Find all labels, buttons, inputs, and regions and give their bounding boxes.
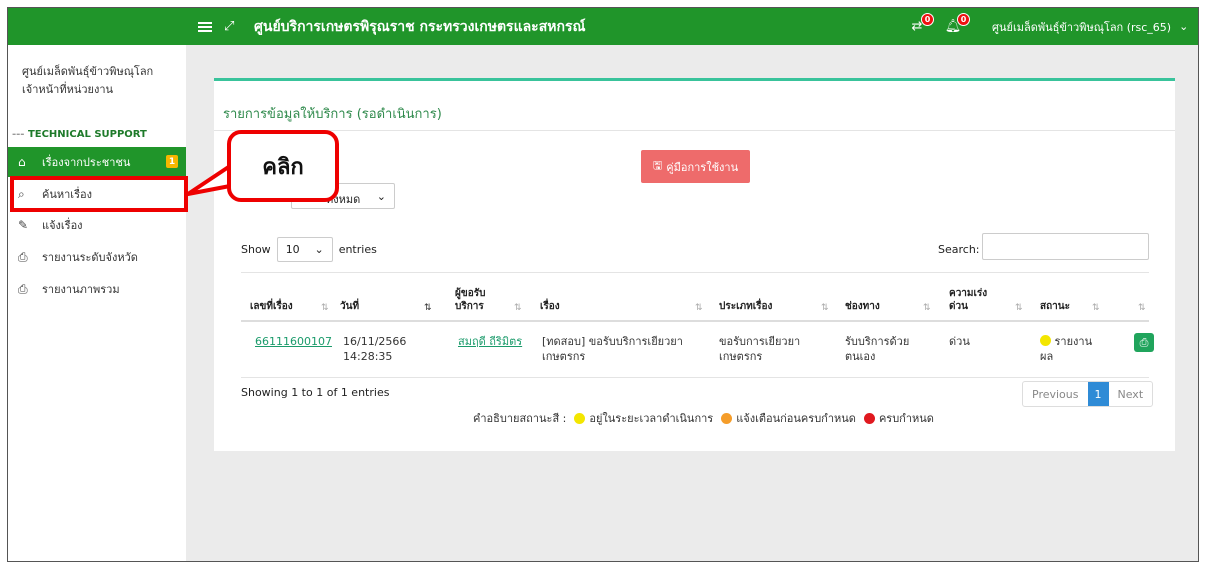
print-button[interactable]: ⎙ (1134, 333, 1154, 352)
sort-icon[interactable]: ⇅ (821, 303, 829, 313)
sidebar-item-public-requests[interactable]: ⌂ เรื่องจากประชาชน 1 (8, 147, 193, 177)
page-length-control: Show 10 ⌄ entries (241, 237, 377, 262)
fullscreen-icon[interactable]: ⤢ (224, 8, 234, 45)
request-date: 16/11/2566 14:28:35 (343, 335, 407, 363)
col-header-type[interactable]: ประเภทเรื่อง (719, 300, 772, 313)
chevron-down-icon: ⌄ (314, 243, 324, 256)
page-length-select[interactable]: 10 ⌄ (276, 237, 333, 262)
sidebar-item-label: รายงานภาพรวม (42, 283, 120, 296)
col-header-urgency[interactable]: ความเร่ง ด่วน (949, 287, 987, 313)
sidebar-item-label: แจ้งเรื่อง (42, 219, 83, 232)
chevron-down-icon: ⌄ (376, 189, 386, 203)
user-manual-button[interactable]: 🖫 คู่มือการใช้งาน (641, 150, 750, 183)
save-icon: 🖫 (652, 159, 663, 172)
sort-icon[interactable]: ⇅ (1138, 303, 1146, 313)
click-callout: คลิก (227, 130, 339, 202)
button-label: คู่มือการใช้งาน (666, 160, 739, 174)
sort-icon[interactable]: ⇅ (321, 303, 329, 313)
sort-icon[interactable]: ⇅ (1015, 303, 1023, 313)
hamburger-icon (198, 20, 212, 34)
table-info: Showing 1 to 1 of 1 entries (241, 386, 390, 399)
sidebar: ศูนย์เมล็ดพันธุ์ข้าวพิษณุโลก เจ้าหน้าที่… (8, 45, 193, 561)
page-1-button[interactable]: 1 (1087, 382, 1109, 406)
home-icon: ⌂ (18, 155, 26, 169)
legend-label: คำอธิบายสถานะสี : (473, 412, 567, 425)
notification-badge: 0 (957, 12, 970, 26)
request-subject: [ทดสอบ] ขอรับบริการเยียวยา เกษตรกร (542, 335, 683, 363)
user-menu[interactable]: ศูนย์เมล็ดพันธุ์ข้าวพิษณุโลก (rsc_65) ⌄ (992, 8, 1188, 45)
legend-item-label: แจ้งเตือนก่อนครบกำหนด (736, 412, 856, 425)
sort-icon[interactable]: ⇅ (424, 303, 432, 313)
table-row: 66111600107 16/11/2566 14:28:35 สมฤดี ถีร… (241, 322, 1154, 378)
status-dot (1040, 335, 1051, 346)
sort-icon[interactable]: ⇅ (695, 303, 703, 313)
sidebar-item-report-issue[interactable]: ✎ แจ้งเรื่อง (8, 210, 186, 240)
bell-notification-button[interactable]: 🔔︎ 0 (942, 8, 970, 45)
entries-label: entries (338, 243, 377, 256)
org-info: ศูนย์เมล็ดพันธุ์ข้าวพิษณุโลก เจ้าหน้าที่… (22, 63, 153, 99)
search-label: Search: (938, 243, 980, 256)
legend-dot-orange (721, 412, 733, 424)
user-name: ศูนย์เมล็ดพันธุ์ข้าวพิษณุโลก (rsc_65) (992, 20, 1172, 34)
chevron-down-icon: ⌄ (1179, 20, 1189, 33)
selected-value: 10 (285, 243, 300, 256)
previous-page-button[interactable]: Previous (1023, 382, 1088, 406)
col-header-subject[interactable]: เรื่อง (540, 300, 560, 313)
section-title: --- TECHNICAL SUPPORT (12, 129, 147, 140)
col-header-requester[interactable]: ผู้ขอรับ บริการ (455, 287, 485, 313)
col-header-status[interactable]: สถานะ (1040, 300, 1070, 313)
col-header-id[interactable]: เลขที่เรื่อง (250, 300, 293, 313)
sidebar-item-province-report[interactable]: ⎙ รายงานระดับจังหวัด (8, 242, 186, 272)
request-channel: รับบริการด้วย ตนเอง (845, 335, 910, 363)
page-title: รายการข้อมูลให้บริการ (รอดำเนินการ) (223, 107, 442, 122)
show-label: Show (241, 243, 271, 256)
request-urgency: ด่วน (949, 335, 970, 348)
printer-icon: ⎙ (18, 281, 28, 296)
edit-icon: ✎ (18, 218, 29, 232)
sort-icon[interactable]: ⇅ (1092, 303, 1100, 313)
sidebar-item-overview-report[interactable]: ⎙ รายงานภาพรวม (8, 274, 186, 304)
menu-toggle-button[interactable] (198, 8, 214, 45)
legend-dot-yellow (574, 412, 586, 424)
legend-dot-red (863, 412, 875, 424)
org-role: เจ้าหน้าที่หน่วยงาน (22, 83, 114, 96)
main-card: รายการข้อมูลให้บริการ (รอดำเนินการ) 🖫 คู… (214, 78, 1175, 451)
sidebar-item-label: เรื่องจากประชาชน (42, 156, 131, 169)
requester-link[interactable]: สมฤดี ถีริมิตร (458, 334, 522, 349)
printer-icon: ⎙ (1139, 335, 1149, 349)
search-input[interactable] (982, 233, 1149, 260)
count-badge: 1 (166, 155, 178, 168)
highlight-box (10, 176, 188, 212)
notification-badge: 0 (921, 12, 934, 26)
status-legend: คำอธิบายสถานะสี : อยู่ในระยะเวลาดำเนินกา… (473, 409, 934, 427)
divider (214, 130, 1175, 131)
active-indicator (186, 155, 193, 169)
top-navbar: ⤢ ศูนย์บริการเกษตรพิรุณราช กระทรวงเกษตรแ… (8, 8, 1198, 45)
table-header: เลขที่เรื่อง ⇅ วันที่ ⇅ ผู้ขอรับ บริการ ⇅… (241, 272, 1149, 322)
col-header-channel[interactable]: ช่องทาง (845, 300, 880, 313)
requests-table: เลขที่เรื่อง ⇅ วันที่ ⇅ ผู้ขอรับ บริการ ⇅… (241, 272, 1154, 378)
sort-icon[interactable]: ⇅ (923, 303, 931, 313)
legend-item-label: อยู่ในระยะเวลาดำเนินการ (589, 412, 714, 425)
sort-icon[interactable]: ⇅ (514, 303, 522, 313)
app-title: ศูนย์บริการเกษตรพิรุณราช กระทรวงเกษตรและ… (254, 18, 586, 35)
printer-icon: ⎙ (18, 249, 28, 264)
legend-item-label: ครบกำหนด (878, 412, 934, 425)
status-cell: รายงาน ผล (1040, 335, 1093, 363)
request-id-link[interactable]: 66111600107 (255, 334, 332, 349)
request-type: ขอรับการเยียวยา เกษตรกร (719, 335, 801, 363)
org-name: ศูนย์เมล็ดพันธุ์ข้าวพิษณุโลก (22, 65, 154, 78)
app-window: ⤢ ศูนย์บริการเกษตรพิรุณราช กระทรวงเกษตรแ… (7, 7, 1199, 562)
transfer-notification-button[interactable]: ⇄ 0 (906, 8, 934, 45)
next-page-button[interactable]: Next (1109, 382, 1153, 406)
col-header-date[interactable]: วันที่ (340, 300, 359, 313)
pagination: Previous 1 Next (1022, 381, 1154, 407)
sidebar-item-label: รายงานระดับจังหวัด (42, 251, 138, 264)
